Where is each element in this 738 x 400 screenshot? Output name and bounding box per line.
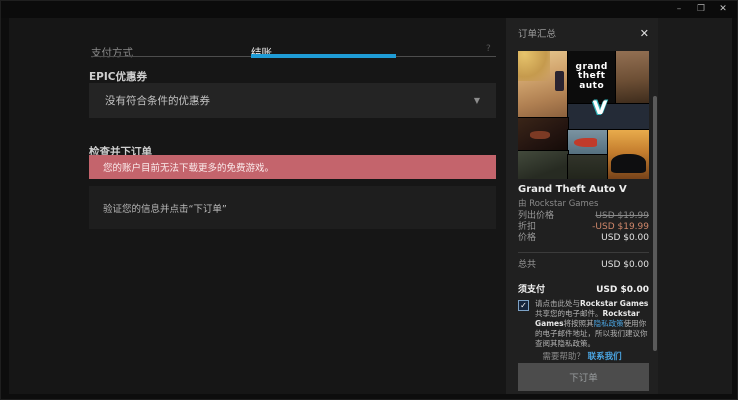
consent-text-segment: 将按照其 <box>564 319 594 328</box>
cover-cell-v-logo: V <box>568 104 649 129</box>
help-line: 需要帮助？ 联系我们 <box>506 350 658 362</box>
coupon-dropdown[interactable]: 没有符合条件的优惠券 ▼ <box>89 83 496 118</box>
sidebar-scrollbar[interactable] <box>653 96 657 351</box>
game-publisher: 由 Rockstar Games <box>518 197 598 209</box>
price-row-total: 总共 USD $0.00 <box>518 260 649 271</box>
maximize-icon[interactable]: ❐ <box>693 2 709 16</box>
error-message: 您的账户目前无法下载更多的免费游戏。 <box>103 160 274 174</box>
cover-woman-phone <box>555 71 564 91</box>
due-value: USD $0.00 <box>596 285 649 296</box>
price-row-price: 价格 USD $0.00 <box>518 233 649 244</box>
coupon-dropdown-value: 没有符合条件的优惠券 <box>105 93 210 108</box>
privacy-policy-link[interactable]: 隐私政策 <box>594 319 624 328</box>
cover-cell-franklin <box>518 151 568 179</box>
game-title: Grand Theft Auto V <box>518 184 627 195</box>
price-label: 价格 <box>518 233 536 244</box>
order-summary-header: 订单汇总 ✕ <box>518 26 649 40</box>
titlebar: – ❐ ✕ <box>1 1 737 18</box>
close-summary-icon[interactable]: ✕ <box>640 28 649 39</box>
help-prefix: 需要帮助？ <box>542 352 585 362</box>
cover-jetski-shape <box>574 138 597 147</box>
contact-us-link[interactable]: 联系我们 <box>588 352 622 362</box>
consent-text-segment: 共享您的电子邮件。 <box>535 309 603 318</box>
cover-cell-dog <box>518 118 568 150</box>
cover-cell-jetski <box>568 130 607 154</box>
cover-logo-line3: auto <box>579 82 604 92</box>
price-breakdown: 列出价格 USD $19.99 折扣 -USD $19.99 价格 USD $0… <box>518 211 649 296</box>
tab-payment-method[interactable]: 支付方式 <box>91 45 133 60</box>
right-empty-strip <box>658 18 732 394</box>
consent-text: 请点击此处与Rockstar Games共享您的电子邮件。Rockstar Ga… <box>535 299 651 349</box>
total-value: USD $0.00 <box>601 260 649 271</box>
discount-value: -USD $19.99 <box>592 222 649 233</box>
verify-instruction: 验证您的信息并点击“下订单” <box>103 201 227 215</box>
order-summary-sidebar: 订单汇总 ✕ grand theft auto V Grand Theft Au… <box>506 18 658 394</box>
price-value: USD $0.00 <box>601 233 649 244</box>
close-window-icon[interactable]: ✕ <box>715 2 731 16</box>
coupon-section-heading: EPIC优惠券 <box>89 69 147 84</box>
list-price-value: USD $19.99 <box>595 211 649 222</box>
order-summary-title: 订单汇总 <box>518 26 556 40</box>
window-controls: – ❐ ✕ <box>671 2 731 16</box>
cover-car-shape <box>611 154 646 173</box>
game-cover-art: grand theft auto V <box>518 51 649 179</box>
cover-v-mark: V <box>593 97 608 119</box>
price-row-discount: 折扣 -USD $19.99 <box>518 222 649 233</box>
cover-cell-face <box>616 51 649 103</box>
discount-label: 折扣 <box>518 222 536 233</box>
checkout-progress-active <box>251 54 396 58</box>
cover-dog-jaw <box>530 131 550 139</box>
help-icon: ? <box>486 44 491 54</box>
price-row-due: 须支付 USD $0.00 <box>518 285 649 296</box>
chevron-down-icon: ▼ <box>474 96 480 105</box>
consent-text-segment: 请点击此处与 <box>535 299 580 308</box>
cover-cell-bottom-middle <box>568 155 607 179</box>
cover-gta-logo: grand theft auto <box>568 51 615 103</box>
total-label: 总共 <box>518 260 536 271</box>
place-order-button[interactable]: 下订单 <box>518 363 649 391</box>
cover-cell-woman <box>518 51 568 118</box>
epic-checkout-window: – ❐ ✕ 支付方式 结账 ? EPIC优惠券 没有符合条件的优惠券 ▼ 检查并… <box>0 0 738 400</box>
price-row-list: 列出价格 USD $19.99 <box>518 211 649 222</box>
checkout-panel: 支付方式 结账 ? EPIC优惠券 没有符合条件的优惠券 ▼ 检查并下订单 您的… <box>9 18 506 394</box>
consent-checkbox[interactable]: ✓ <box>518 300 529 311</box>
error-banner: 您的账户目前无法下载更多的免费游戏。 <box>89 155 496 179</box>
consent-text-segment: Rockstar Games <box>580 299 648 308</box>
price-divider <box>518 252 649 253</box>
minimize-icon[interactable]: – <box>671 2 687 16</box>
cover-woman-hair <box>518 51 550 81</box>
email-consent-block: ✓ 请点击此处与Rockstar Games共享您的电子邮件。Rockstar … <box>518 299 651 349</box>
verify-panel: 验证您的信息并点击“下订单” <box>89 186 496 229</box>
list-price-label: 列出价格 <box>518 211 554 222</box>
due-label: 须支付 <box>518 285 545 296</box>
cover-cell-car <box>608 130 649 179</box>
